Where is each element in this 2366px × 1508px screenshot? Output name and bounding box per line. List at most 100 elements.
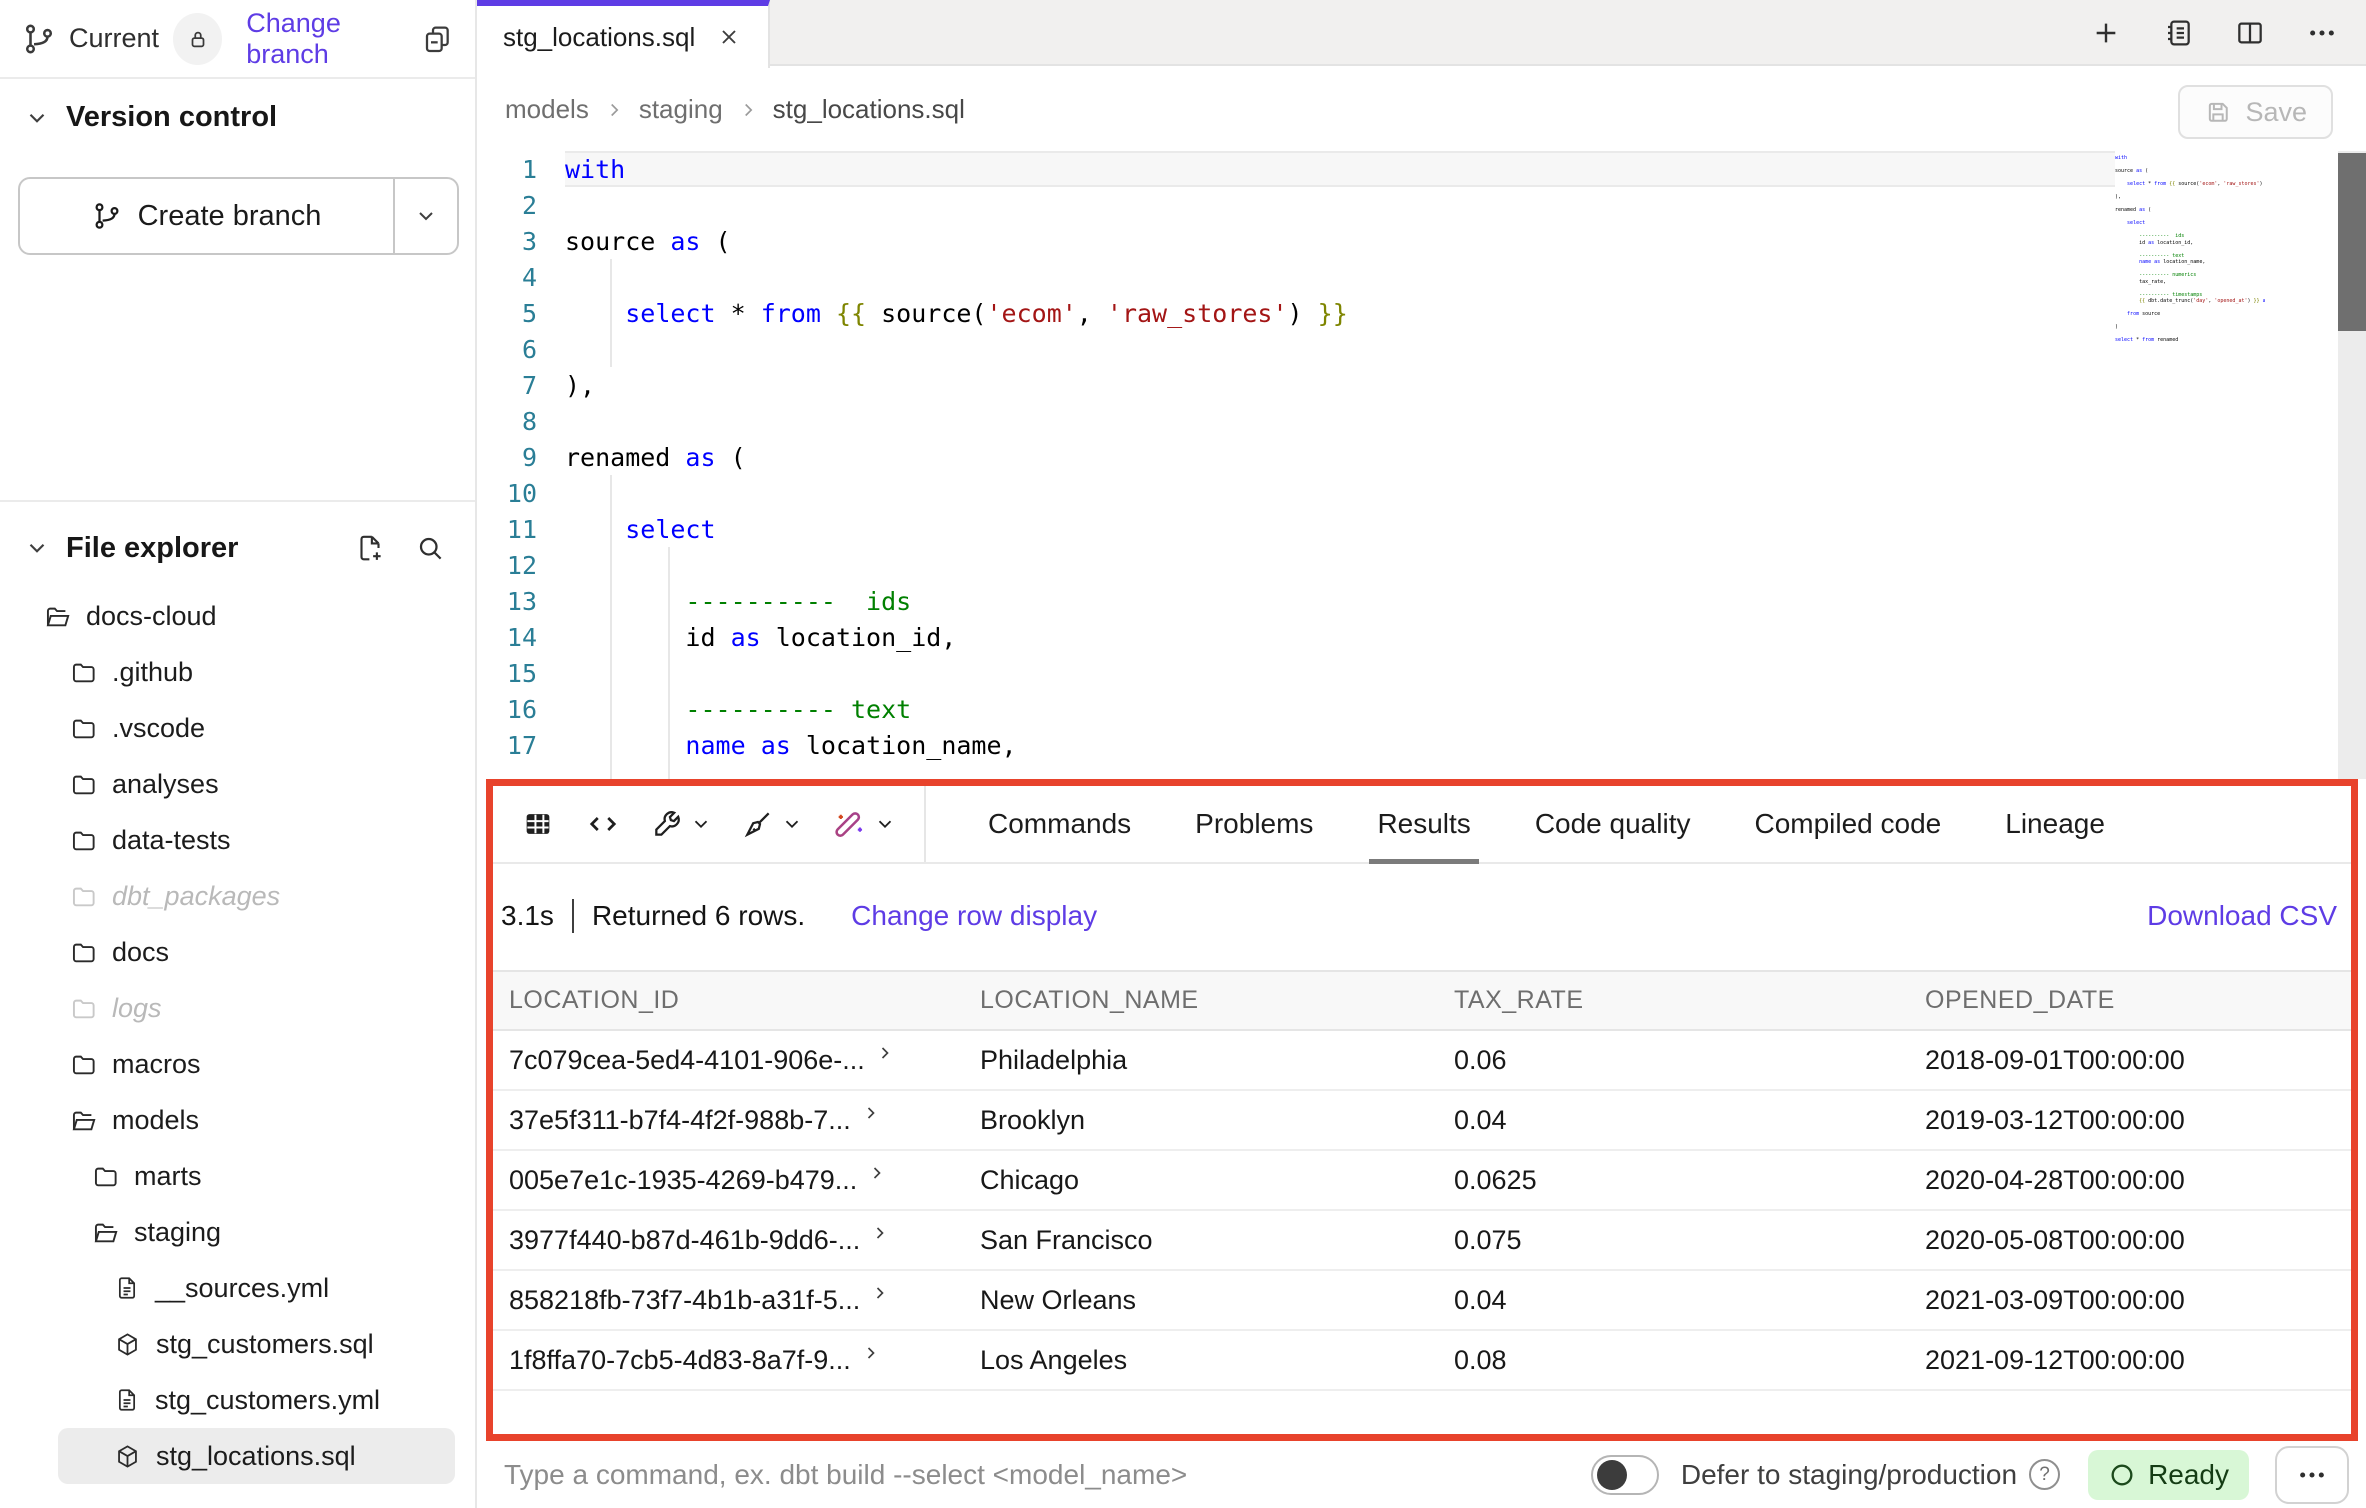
create-branch-dropdown[interactable] [393, 179, 457, 253]
more-options-icon[interactable] [2306, 17, 2338, 49]
branch-locked-badge [173, 13, 222, 65]
line-number: 16 [477, 695, 565, 724]
tree-item-marts[interactable]: marts [0, 1148, 469, 1204]
new-tab-icon[interactable] [2090, 17, 2122, 49]
tree-item-label: logs [112, 993, 162, 1024]
tree-item-stg_locations.sql[interactable]: stg_locations.sql [58, 1428, 455, 1484]
tree-item-stg_customers.sql[interactable]: stg_customers.sql [0, 1316, 469, 1372]
expand-row-icon[interactable] [867, 1163, 887, 1183]
code-line-14[interactable]: 14 id as location_id, [477, 619, 2366, 655]
format-tool[interactable] [742, 808, 803, 840]
expand-row-icon[interactable] [870, 1223, 890, 1243]
code-line-6[interactable]: 6 [477, 331, 2366, 367]
close-icon[interactable] [717, 25, 741, 49]
table-row[interactable]: 37e5f311-b7f4-4f2f-988b-7...Brooklyn0.04… [493, 1091, 2351, 1151]
copy-icon[interactable] [421, 23, 453, 55]
code-line-16[interactable]: 16 ---------- text [477, 691, 2366, 727]
editor-tab-stg-locations[interactable]: stg_locations.sql [477, 0, 770, 68]
tree-item-analyses[interactable]: analyses [0, 756, 469, 812]
code-editor[interactable]: 1with23source as (45 select * from {{ so… [477, 151, 2366, 779]
expand-row-icon[interactable] [861, 1343, 881, 1363]
panel-tab-compiled-code[interactable]: Compiled code [1754, 786, 1941, 862]
panel-tab-problems[interactable]: Problems [1195, 786, 1313, 862]
tree-item-dbt_packages[interactable]: dbt_packages [0, 868, 469, 924]
expand-row-icon[interactable] [870, 1283, 890, 1303]
tree-item-docs[interactable]: docs [0, 924, 469, 980]
download-csv-link[interactable]: Download CSV [2147, 900, 2337, 932]
tree-item-stg_customers.yml[interactable]: stg_customers.yml [0, 1372, 469, 1428]
tree-item-logs[interactable]: logs [0, 980, 469, 1036]
tree-item-label: .github [112, 657, 193, 688]
code-line-7[interactable]: 7), [477, 367, 2366, 403]
code-line-4[interactable]: 4 [477, 259, 2366, 295]
tree-item-models[interactable]: models [0, 1092, 469, 1148]
code-line-9[interactable]: 9renamed as ( [477, 439, 2366, 475]
code-line-17[interactable]: 17 name as location_name, [477, 727, 2366, 763]
table-row[interactable]: 1f8ffa70-7cb5-4d83-8a7f-9...Los Angeles0… [493, 1331, 2351, 1391]
breadcrumb-item-staging[interactable]: staging [639, 94, 723, 125]
table-row[interactable]: 3977f440-b87d-461b-9dd6-...San Francisco… [493, 1211, 2351, 1271]
defer-label: Defer to staging/production [1681, 1459, 2017, 1491]
panel-tab-label: Commands [988, 808, 1131, 840]
build-tool[interactable] [651, 808, 712, 840]
breadcrumb-item-stg_locations.sql[interactable]: stg_locations.sql [773, 94, 965, 125]
create-branch-main[interactable]: Create branch [20, 179, 393, 253]
new-file-icon[interactable] [355, 533, 385, 563]
panel-tab-commands[interactable]: Commands [988, 786, 1131, 862]
table-row[interactable]: 858218fb-73f7-4b1b-a31f-5...New Orleans0… [493, 1271, 2351, 1331]
code-line-1[interactable]: 1with [477, 151, 2366, 187]
version-control-header[interactable]: Version control [24, 101, 277, 134]
command-input[interactable]: Type a command, ex. dbt build --select <… [504, 1459, 1187, 1491]
tree-item-.github[interactable]: .github [0, 644, 469, 700]
preview-table-icon[interactable] [521, 807, 555, 841]
indent-guide [610, 475, 612, 779]
code-line-3[interactable]: 3source as ( [477, 223, 2366, 259]
help-icon[interactable]: ? [2029, 1459, 2060, 1490]
code-line-8[interactable]: 8 [477, 403, 2366, 439]
more-actions-button[interactable] [2275, 1446, 2349, 1504]
search-icon[interactable] [415, 533, 445, 563]
expand-row-icon[interactable] [875, 1043, 895, 1063]
code-line-5[interactable]: 5 select * from {{ source('ecom', 'raw_s… [477, 295, 2366, 331]
split-editor-icon[interactable] [2234, 17, 2266, 49]
scrollbar-thumb[interactable] [2338, 153, 2366, 331]
notebook-icon[interactable] [2162, 17, 2194, 49]
tree-item-data-tests[interactable]: data-tests [0, 812, 469, 868]
dbt-copilot-tool[interactable] [833, 807, 896, 841]
compile-code-icon[interactable] [585, 806, 621, 842]
code-line-2[interactable]: 2 [477, 187, 2366, 223]
code-line-13[interactable]: 13 ---------- ids [477, 583, 2366, 619]
minimap[interactable]: with source as ( select * from {{ source… [2115, 155, 2265, 485]
tree-item-staging[interactable]: staging [0, 1204, 469, 1260]
tree-item-label: macros [112, 1049, 201, 1080]
table-cell: 0.08 [1438, 1345, 1909, 1376]
table-row[interactable]: 005e7e1c-1935-4269-b479...Chicago0.06252… [493, 1151, 2351, 1211]
file-tree: docs-cloud .github .vscodeanalysesdata-tes… [0, 588, 469, 1484]
folder-icon [70, 939, 97, 966]
code-line-11[interactable]: 11 select [477, 511, 2366, 547]
editor-scrollbar[interactable] [2338, 151, 2366, 779]
panel-tab-code-quality[interactable]: Code quality [1535, 786, 1691, 862]
change-row-display-link[interactable]: Change row display [851, 900, 1097, 932]
table-row[interactable]: 7c079cea-5ed4-4101-906e-...Philadelphia0… [493, 1031, 2351, 1091]
code-line-10[interactable]: 10 [477, 475, 2366, 511]
code-line-15[interactable]: 15 [477, 655, 2366, 691]
table-cell: Brooklyn [964, 1105, 1438, 1136]
code-line-12[interactable]: 12 [477, 547, 2366, 583]
panel-tab-lineage[interactable]: Lineage [2005, 786, 2105, 862]
save-button[interactable]: Save [2178, 85, 2333, 139]
tree-item-__sources.yml[interactable]: __sources.yml [0, 1260, 469, 1316]
code-text: ---------- ids [565, 587, 911, 616]
expand-row-icon[interactable] [861, 1103, 881, 1123]
line-number: 17 [477, 731, 565, 760]
tree-item-macros[interactable]: macros [0, 1036, 469, 1092]
panel-tab-results[interactable]: Results [1377, 786, 1470, 862]
tree-item-docs-cloud[interactable]: docs-cloud [0, 588, 469, 644]
file-explorer-header[interactable]: File explorer [24, 518, 445, 578]
tree-item-label: marts [134, 1161, 202, 1192]
defer-toggle[interactable] [1591, 1455, 1659, 1495]
tree-item-.vscode[interactable]: .vscode [0, 700, 469, 756]
breadcrumb-item-models[interactable]: models [505, 94, 589, 125]
ide-status-badge[interactable]: Ready [2088, 1450, 2249, 1500]
change-branch-link[interactable]: Change branch [246, 8, 421, 70]
